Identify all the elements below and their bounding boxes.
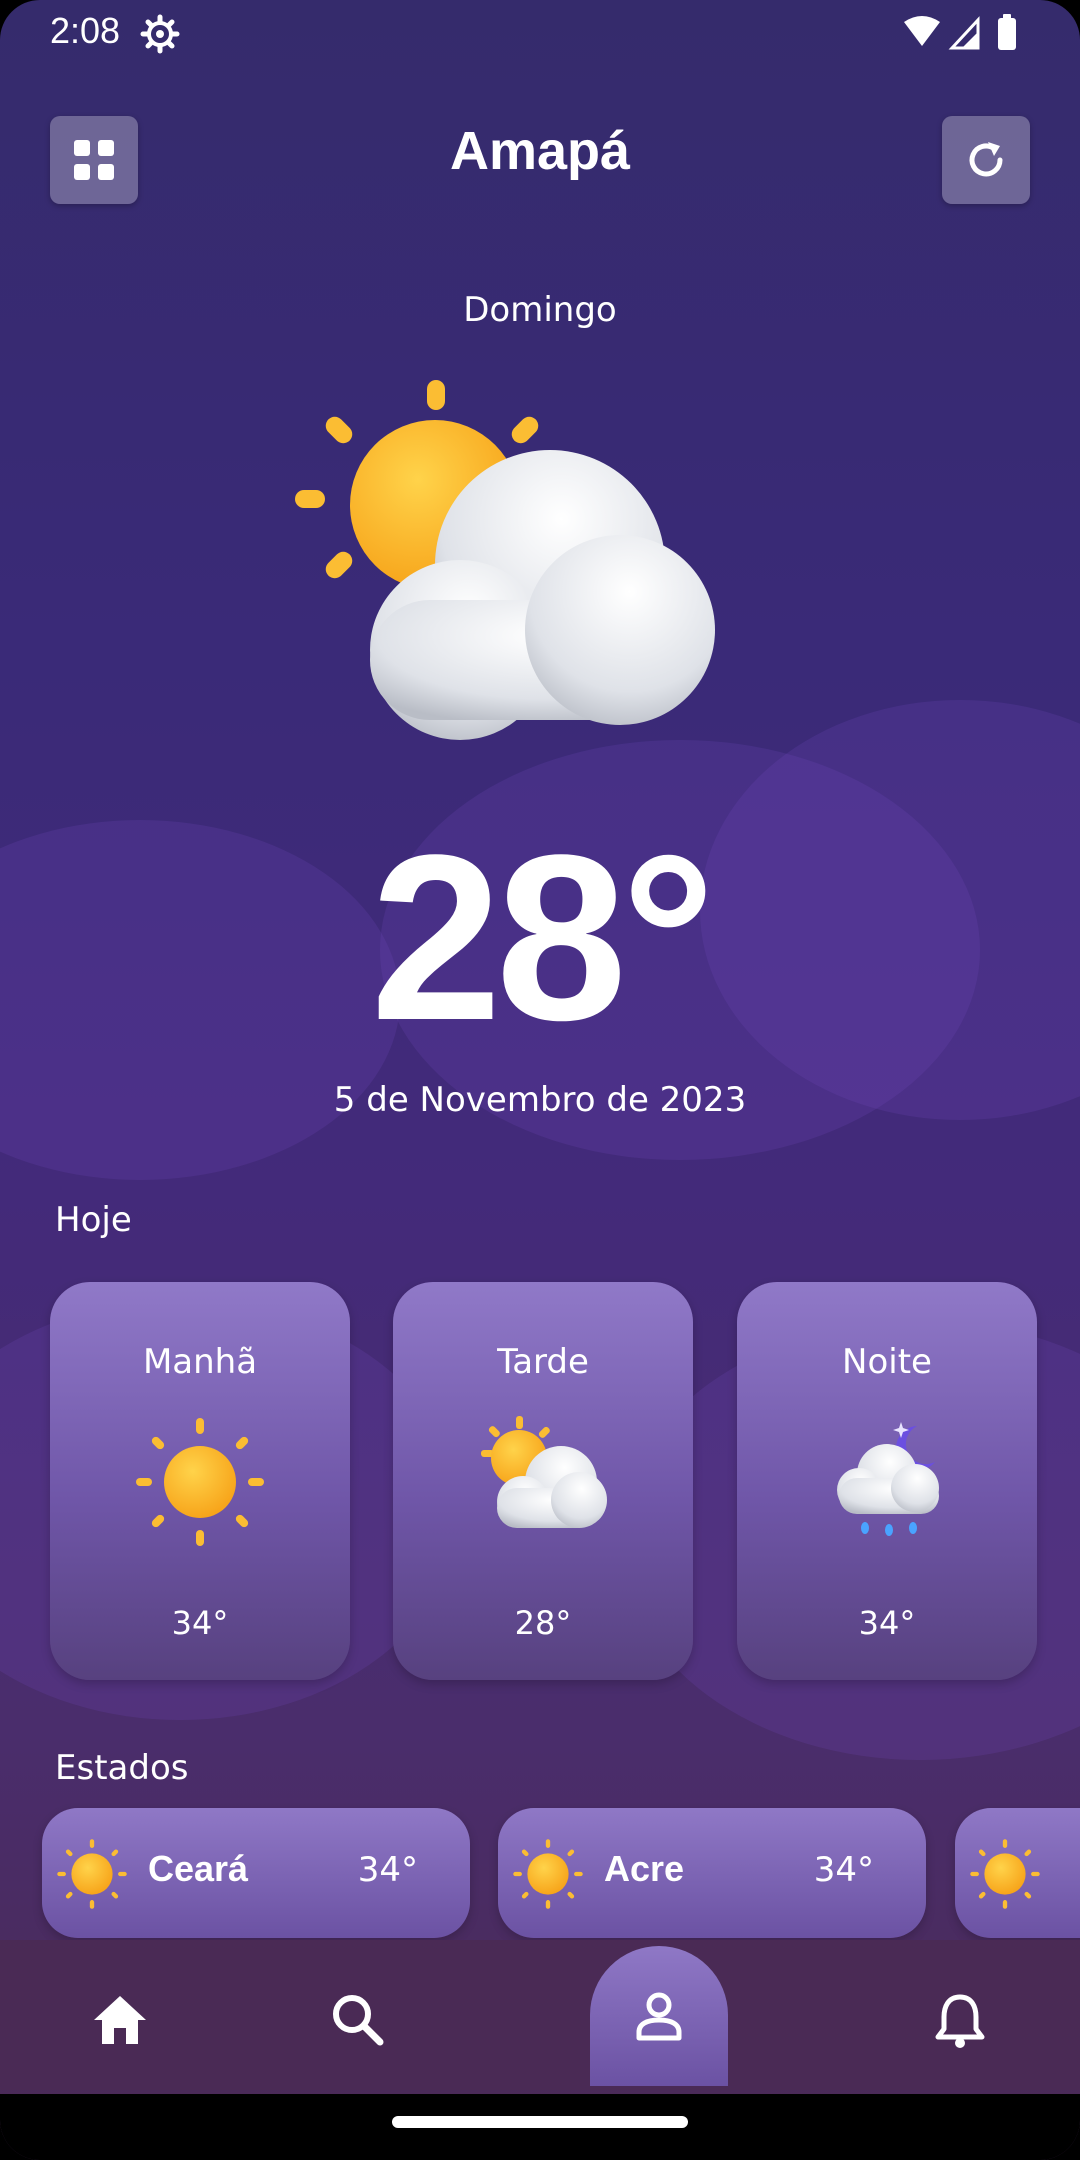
current-temperature: 28° — [370, 806, 716, 1070]
status-icons — [904, 14, 1016, 50]
partly-cloudy-icon — [481, 1416, 607, 1528]
sun-icon — [513, 1839, 583, 1909]
sun-icon — [970, 1839, 1040, 1909]
period-label: Manhã — [142, 1342, 258, 1382]
period-temp: 34° — [858, 1604, 916, 1642]
nav-notifications[interactable] — [920, 1980, 1000, 2060]
refresh-icon — [969, 142, 1003, 177]
partly-cloudy-icon — [295, 380, 715, 740]
settings-gear-icon — [140, 14, 180, 54]
nav-search[interactable] — [318, 1980, 398, 2060]
sun-icon — [57, 1839, 127, 1909]
home-icon — [94, 1996, 146, 2044]
city-title: Amapá — [449, 121, 631, 181]
current-day: Domingo — [463, 290, 617, 330]
period-temp: 28° — [514, 1604, 572, 1642]
home-gesture-bar[interactable] — [392, 2116, 688, 2128]
bell-icon — [935, 1994, 985, 2048]
state-card-ceara[interactable]: Ceará 34° — [42, 1808, 470, 1938]
state-name: Acre — [604, 1848, 685, 1889]
state-temp: 34° — [357, 1850, 418, 1890]
status-bar: 2:08 — [0, 0, 1080, 70]
period-label: Noite — [842, 1342, 932, 1382]
nav-home[interactable] — [80, 1980, 160, 2060]
nav-profile[interactable] — [590, 1946, 728, 2086]
states-title: Estados — [55, 1748, 189, 1788]
period-card-afternoon[interactable]: Tarde 28° — [393, 1282, 693, 1680]
profile-icon — [636, 1992, 682, 2041]
today-title: Hoje — [55, 1200, 132, 1240]
period-temp: 34° — [171, 1604, 229, 1642]
period-card-morning[interactable]: Manhã 34° — [50, 1282, 350, 1680]
current-date: 5 de Novembro de 2023 — [333, 1080, 747, 1120]
period-label: Tarde — [497, 1342, 589, 1382]
state-card-acre[interactable]: Acre 34° — [498, 1808, 926, 1938]
search-icon — [333, 1995, 384, 2046]
state-name: Ceará — [148, 1848, 249, 1889]
night-rain-icon — [837, 1422, 939, 1536]
wifi-icon — [904, 16, 940, 46]
weather-screen: 2:08 Amapá Domingo 28° 5 de Novembro de … — [0, 0, 1080, 2160]
status-time: 2:08 — [50, 10, 121, 51]
sun-icon — [136, 1418, 264, 1546]
state-card-partial[interactable] — [955, 1808, 1080, 1938]
state-temp: 34° — [813, 1850, 874, 1890]
period-card-night[interactable]: Noite 34° — [737, 1282, 1037, 1680]
battery-icon — [998, 18, 1016, 50]
bottom-nav — [0, 1940, 1080, 2090]
refresh-button[interactable] — [942, 116, 1030, 204]
